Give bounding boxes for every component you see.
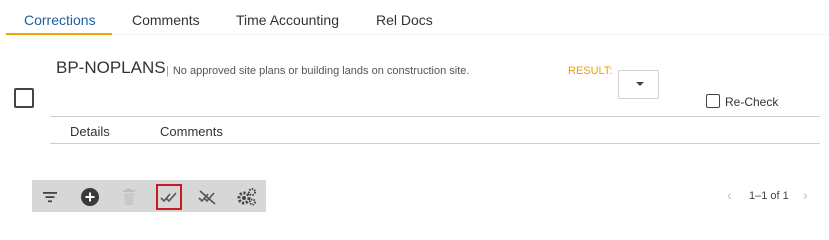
subtab-divider-top: [50, 116, 820, 117]
trash-icon: [123, 188, 135, 205]
subtab-details[interactable]: Details: [70, 124, 110, 139]
subtab-divider-bottom: [50, 143, 820, 144]
recheck-label[interactable]: Re-Check: [725, 95, 778, 109]
tab-bar: Corrections Comments Time Accounting Rel…: [0, 0, 829, 36]
double-check-icon: [160, 192, 177, 203]
check-all-button[interactable]: [156, 184, 182, 210]
result-dropdown[interactable]: [618, 70, 659, 99]
correction-code: BP-NOPLANS: [56, 58, 166, 77]
tab-divider: [112, 34, 829, 35]
correction-description: No approved site plans or building lands…: [172, 65, 470, 77]
action-toolbar: [32, 180, 266, 212]
chevron-down-icon: [636, 82, 644, 86]
description-separator: |: [166, 65, 169, 77]
recheck-checkbox[interactable]: [706, 94, 720, 108]
tab-time-accounting[interactable]: Time Accounting: [236, 12, 339, 28]
filter-button[interactable]: [39, 186, 61, 208]
tab-corrections[interactable]: Corrections: [24, 12, 96, 28]
tab-comments[interactable]: Comments: [132, 12, 200, 28]
settings-button[interactable]: [236, 186, 258, 208]
correction-select-checkbox[interactable]: [14, 88, 34, 108]
double-check-off-icon: [198, 190, 216, 205]
add-button[interactable]: [79, 186, 101, 208]
add-icon: [81, 188, 99, 206]
pager-status: 1–1 of 1: [749, 190, 789, 202]
filter-icon: [43, 192, 57, 203]
active-tab-indicator: [6, 33, 112, 35]
tab-rel-docs[interactable]: Rel Docs: [376, 12, 433, 28]
subtab-comments[interactable]: Comments: [160, 124, 223, 139]
correction-description-wrap: | No approved site plans or building land…: [166, 65, 469, 77]
pager-next-button[interactable]: ›: [803, 187, 808, 203]
uncheck-all-button[interactable]: [196, 186, 218, 208]
delete-button[interactable]: [118, 186, 140, 208]
gears-icon: [237, 188, 256, 206]
pager-prev-button[interactable]: ‹: [727, 187, 732, 203]
result-label: RESULT:: [568, 65, 613, 77]
